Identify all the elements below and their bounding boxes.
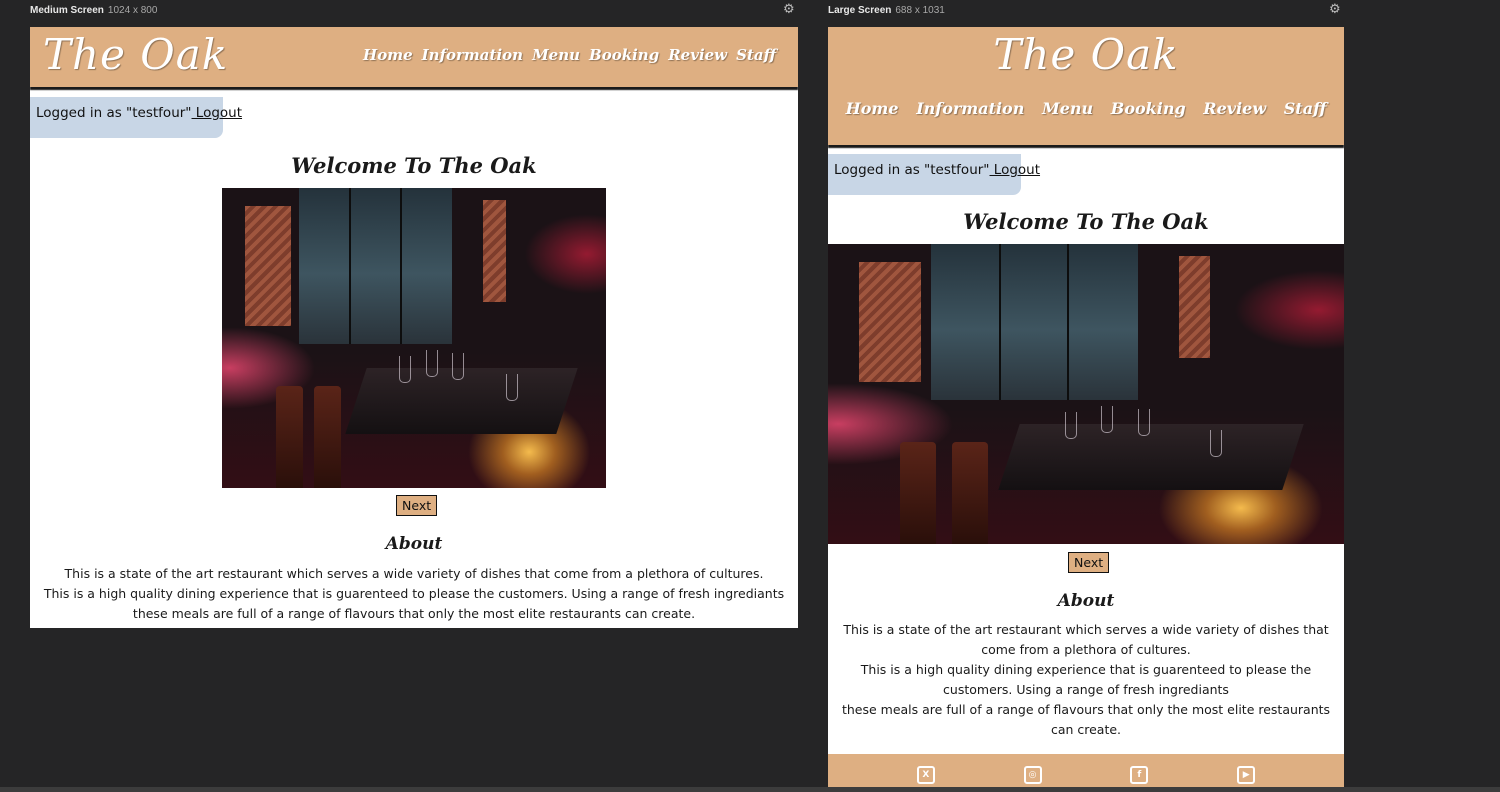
- nav-menu[interactable]: Menu: [532, 46, 580, 64]
- nav-menu[interactable]: Menu: [1042, 99, 1093, 118]
- nav-staff[interactable]: Staff: [1284, 99, 1327, 118]
- about-line-2: This is a high quality dining experience…: [860, 662, 1312, 697]
- nav-staff[interactable]: Staff: [736, 46, 776, 64]
- welcome-heading: Welcome To The Oak: [963, 209, 1209, 234]
- login-text: Logged in as "testfour": [36, 105, 192, 121]
- gear-icon[interactable]: ⚙: [783, 3, 795, 16]
- site-logo[interactable]: The Oak: [43, 29, 228, 81]
- gear-icon[interactable]: ⚙: [1329, 3, 1341, 16]
- youtube-icon[interactable]: ▶: [1237, 766, 1256, 784]
- logout-link[interactable]: Logout: [192, 105, 242, 121]
- about-text: This is a state of the art restaurant wh…: [30, 564, 798, 624]
- restaurant-interior-photo: [828, 244, 1344, 544]
- welcome-heading: Welcome To The Oak: [291, 153, 537, 178]
- medium-screen-label: Medium Screen 1024 x 800: [30, 5, 157, 16]
- medium-screen-preview: The Oak Home Information Menu Booking Re…: [30, 27, 798, 628]
- about-text: This is a state of the art restaurant wh…: [836, 620, 1336, 740]
- nav-review[interactable]: Review: [1203, 99, 1266, 118]
- nav-information[interactable]: Information: [422, 46, 523, 64]
- nav-home[interactable]: Home: [846, 99, 899, 118]
- logout-link[interactable]: Logout: [990, 162, 1040, 178]
- about-line-3: these meals are full of a range of flavo…: [132, 606, 696, 621]
- site-header: The Oak Home Information Menu Booking Re…: [30, 27, 798, 87]
- nav-information[interactable]: Information: [916, 99, 1024, 118]
- medium-screen-title: Medium Screen: [30, 5, 104, 16]
- site-logo[interactable]: The Oak: [828, 29, 1344, 81]
- instagram-icon[interactable]: ◎: [1023, 766, 1042, 784]
- large-screen-label: Large Screen 688 x 1031: [828, 5, 945, 16]
- about-heading: About: [1057, 591, 1115, 611]
- next-button[interactable]: Next: [396, 495, 438, 516]
- restaurant-interior-photo: [222, 188, 606, 488]
- nav-home[interactable]: Home: [363, 46, 413, 64]
- main-nav: Home Information Menu Booking Review Sta…: [828, 99, 1344, 118]
- x-twitter-icon[interactable]: X: [916, 766, 935, 784]
- login-status: Logged in as "testfour" Logout: [828, 154, 1040, 195]
- nav-booking[interactable]: Booking: [589, 46, 659, 64]
- next-button[interactable]: Next: [1068, 552, 1110, 573]
- login-text: Logged in as "testfour": [834, 162, 990, 178]
- about-line-2: This is a high quality dining experience…: [43, 586, 785, 601]
- large-screen-dims: 688 x 1031: [895, 5, 945, 16]
- bottom-scrollbar[interactable]: [0, 787, 1500, 792]
- nav-booking[interactable]: Booking: [1111, 99, 1186, 118]
- login-status: Logged in as "testfour" Logout: [30, 97, 242, 138]
- about-line-1: This is a state of the art restaurant wh…: [843, 622, 1329, 657]
- about-line-1: This is a state of the art restaurant wh…: [64, 566, 764, 581]
- main-nav: Home Information Menu Booking Review Sta…: [363, 46, 776, 64]
- medium-screen-dims: 1024 x 800: [107, 5, 158, 16]
- site-header: The Oak Home Information Menu Booking Re…: [828, 27, 1344, 145]
- large-screen-preview: The Oak Home Information Menu Booking Re…: [828, 27, 1344, 787]
- nav-review[interactable]: Review: [668, 46, 727, 64]
- about-line-3: these meals are full of a range of flavo…: [841, 702, 1331, 737]
- large-screen-title: Large Screen: [828, 5, 892, 16]
- facebook-icon[interactable]: f: [1130, 766, 1149, 784]
- site-footer: X ◎ f ▶: [828, 754, 1344, 787]
- about-heading: About: [385, 534, 443, 554]
